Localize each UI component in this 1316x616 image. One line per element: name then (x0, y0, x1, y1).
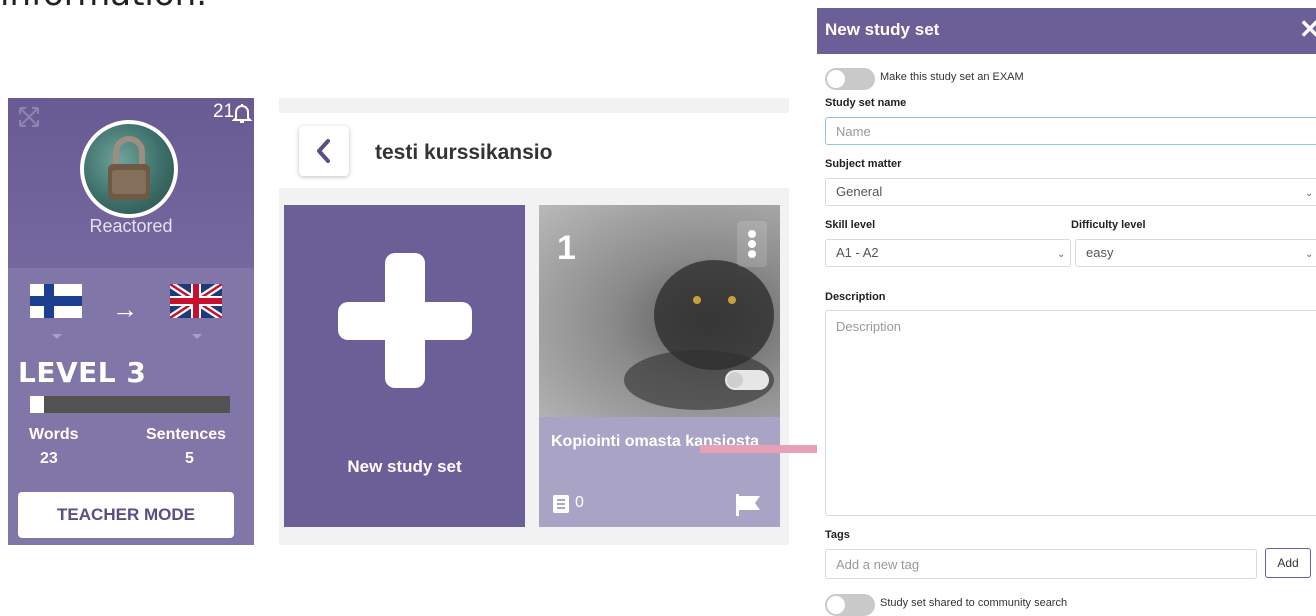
level-progress-bar (30, 396, 230, 413)
sentences-label: Sentences (146, 426, 227, 443)
study-set-toggle[interactable] (725, 370, 769, 390)
add-tag-button[interactable]: Add (1265, 548, 1311, 578)
new-study-set-label: New study set (347, 457, 462, 476)
share-toggle[interactable] (825, 594, 875, 616)
words-label: Words (29, 426, 79, 443)
expand-icon[interactable] (18, 106, 40, 128)
padlock-image (108, 136, 150, 200)
avatar[interactable] (80, 120, 178, 218)
new-study-set-modal: New study set ✕ Make this study set an E… (817, 8, 1316, 616)
uk-flag-icon[interactable] (170, 284, 222, 318)
study-set-word-count: 0 (575, 494, 584, 511)
skill-level-value: A1 - A2 (836, 245, 879, 260)
study-set-name-input[interactable] (825, 117, 1316, 145)
finland-flag-icon[interactable] (30, 284, 82, 318)
vertical-dots (748, 230, 756, 258)
more-options-icon[interactable] (737, 221, 767, 267)
skill-level-label: Skill level (825, 219, 876, 231)
difficulty-level-label: Difficulty level (1071, 219, 1146, 231)
study-set-name-label: Study set name (825, 97, 907, 109)
level-title: LEVEL 3 (18, 356, 147, 389)
target-language-caret-icon[interactable] (192, 334, 202, 339)
back-button[interactable] (299, 126, 349, 176)
description-textarea[interactable] (825, 310, 1316, 516)
folder-title: testi kurssikansio (375, 141, 553, 164)
close-icon[interactable]: ✕ (1299, 14, 1316, 45)
exam-toggle-label: Make this study set an EXAM (880, 71, 1024, 83)
description-label: Description (825, 291, 886, 303)
source-language-caret-icon[interactable] (52, 334, 62, 339)
folder-header: testi kurssikansio (279, 113, 789, 188)
share-toggle-label: Study set shared to community search (880, 597, 1068, 609)
words-value: 23 (40, 450, 58, 467)
arrow-right-icon: → (112, 294, 138, 324)
profile-panel: 21 Reactored → LEVEL 3 Words 23 Sentence… (8, 98, 254, 545)
subject-matter-label: Subject matter (825, 158, 902, 170)
new-study-set-card[interactable]: New study set (284, 205, 525, 527)
tags-label: Tags (825, 529, 850, 541)
difficulty-level-value: easy (1086, 245, 1114, 260)
modal-title: New study set (825, 20, 940, 39)
sentences-value: 5 (185, 450, 194, 467)
modal-header: New study set ✕ (817, 8, 1316, 54)
flag-icon[interactable] (734, 494, 762, 516)
subject-matter-value: General (836, 184, 883, 199)
tag-input[interactable] (825, 549, 1257, 579)
bell-icon[interactable] (230, 101, 254, 125)
subject-matter-select[interactable]: General (825, 178, 1316, 206)
study-set-card[interactable]: 1 Kopiointi omasta kansiosta 0 (539, 205, 780, 527)
chevron-down-icon: ⌄ (1057, 249, 1066, 260)
skill-level-select[interactable]: A1 - A2 (825, 239, 1071, 267)
book-icon (553, 495, 569, 513)
background-heading-text: information. (0, 0, 207, 14)
chevron-left-icon (317, 139, 330, 163)
folder-area: testi kurssikansio New study set 1 Kopio… (279, 98, 789, 545)
chevron-down-icon: ⌄ (1305, 188, 1314, 199)
plus-icon-bar (338, 302, 472, 340)
study-set-number: 1 (557, 229, 576, 267)
chevron-down-icon: ⌄ (1305, 249, 1314, 260)
teacher-mode-button[interactable]: TEACHER MODE (18, 492, 234, 538)
level-progress-fill (30, 396, 44, 413)
exam-toggle[interactable] (825, 68, 875, 90)
profile-name: Reactored (89, 216, 173, 236)
difficulty-level-select[interactable]: easy (1075, 239, 1316, 267)
